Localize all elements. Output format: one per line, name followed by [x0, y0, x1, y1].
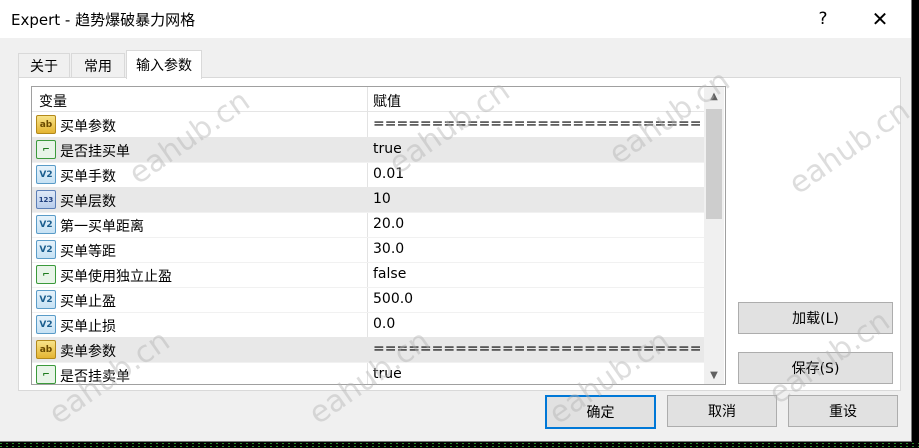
save-button[interactable]: 保存(S): [738, 352, 893, 384]
tab-inputs[interactable]: 输入参数: [126, 50, 202, 79]
double-type-icon: V2: [36, 240, 56, 259]
param-value[interactable]: 500.0: [373, 291, 701, 307]
help-button[interactable]: ?: [800, 0, 846, 38]
param-name: 买单等距: [60, 244, 116, 260]
tab-common[interactable]: 常用: [71, 53, 125, 78]
double-type-icon: V2: [36, 315, 56, 334]
param-value[interactable]: ==============================...: [373, 341, 701, 357]
string-type-icon: ab: [36, 340, 56, 359]
double-type-icon: V2: [36, 290, 56, 309]
boolean-type-icon: ⌐: [36, 265, 56, 284]
string-type-icon: ab: [36, 115, 56, 134]
param-name: 买单手数: [60, 169, 116, 185]
expert-dialog: Expert - 趋势爆破暴力网格 ? ✕ 关于 常用 输入参数 变量 赋值 a…: [0, 0, 916, 442]
param-name: 卖单参数: [60, 344, 116, 360]
reset-button[interactable]: 重设: [788, 395, 898, 427]
grid-header: 变量 赋值: [32, 87, 704, 112]
close-button[interactable]: ✕: [857, 0, 903, 38]
double-type-icon: V2: [36, 165, 56, 184]
scroll-up-icon[interactable]: ▲: [704, 87, 724, 105]
load-button[interactable]: 加载(L): [738, 302, 893, 334]
param-row[interactable]: V2 买单手数 0.01: [32, 162, 704, 188]
parameter-grid: 变量 赋值 ab 买单参数 ==========================…: [31, 86, 726, 385]
window-title: Expert - 趋势爆破暴力网格: [11, 11, 196, 29]
param-name: 买单使用独立止盈: [60, 269, 172, 285]
param-row[interactable]: ⌐ 是否挂买单 true: [32, 137, 704, 163]
double-type-icon: V2: [36, 215, 56, 234]
param-name: 第一买单距离: [60, 219, 144, 235]
vertical-scrollbar[interactable]: ▲ ▼: [704, 87, 724, 384]
param-row[interactable]: V2 买单等距 30.0: [32, 237, 704, 263]
param-row[interactable]: ab 买单参数 ==============================..…: [32, 112, 704, 138]
param-row[interactable]: ⌐ 是否挂卖单 true: [32, 362, 704, 385]
param-value[interactable]: false: [373, 266, 701, 282]
param-row[interactable]: V2 买单止损 0.0: [32, 312, 704, 338]
boolean-type-icon: ⌐: [36, 365, 56, 384]
param-name: 是否挂买单: [60, 144, 130, 160]
cancel-button[interactable]: 取消: [667, 395, 777, 427]
param-value[interactable]: true: [373, 141, 701, 157]
scroll-down-icon[interactable]: ▼: [704, 366, 724, 384]
param-name: 是否挂卖单: [60, 369, 130, 385]
param-name: 买单止损: [60, 319, 116, 335]
boolean-type-icon: ⌐: [36, 140, 56, 159]
integer-type-icon: 123: [36, 190, 56, 209]
param-value[interactable]: 30.0: [373, 241, 701, 257]
param-row[interactable]: V2 第一买单距离 20.0: [32, 212, 704, 238]
param-value[interactable]: true: [373, 366, 701, 382]
ok-button[interactable]: 确定: [545, 395, 656, 429]
scroll-thumb[interactable]: [706, 109, 722, 219]
inputs-panel: 变量 赋值 ab 买单参数 ==========================…: [18, 77, 901, 391]
param-name: 买单参数: [60, 119, 116, 135]
param-value[interactable]: 0.01: [373, 166, 701, 182]
column-header-value[interactable]: 赋值: [373, 91, 401, 111]
param-row[interactable]: V2 买单止盈 500.0: [32, 287, 704, 313]
param-name: 买单止盈: [60, 294, 116, 310]
param-row[interactable]: 123 买单层数 10: [32, 187, 704, 213]
title-bar: Expert - 趋势爆破暴力网格 ? ✕: [0, 0, 911, 38]
param-row[interactable]: ab 卖单参数 ==============================..…: [32, 337, 704, 363]
param-value[interactable]: 0.0: [373, 316, 701, 332]
tab-about[interactable]: 关于: [18, 53, 70, 78]
param-name: 买单层数: [60, 194, 116, 210]
column-header-variable[interactable]: 变量: [39, 91, 67, 111]
param-row[interactable]: ⌐ 买单使用独立止盈 false: [32, 262, 704, 288]
param-value[interactable]: ==============================...: [373, 116, 701, 132]
param-value[interactable]: 20.0: [373, 216, 701, 232]
param-value[interactable]: 10: [373, 191, 701, 207]
